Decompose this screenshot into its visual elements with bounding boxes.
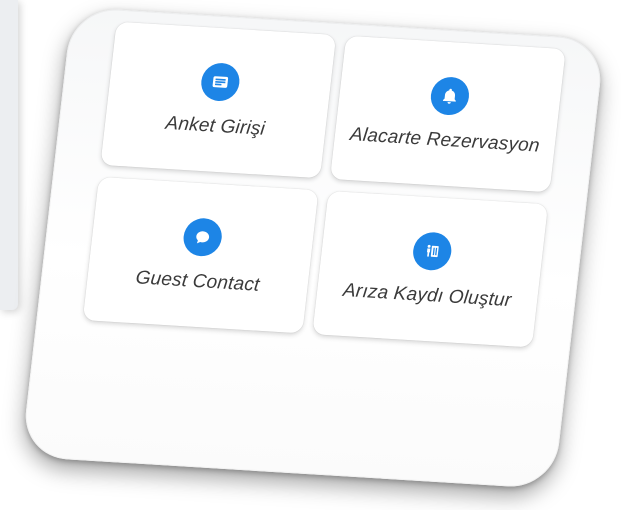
screenshot-stage: Anket Girişi Alacarte Rezervasyon Guest … — [0, 0, 621, 510]
survey-form-icon — [199, 61, 242, 102]
menu-tile-label: Guest Contact — [134, 266, 261, 296]
menu-tile-alacarte-rezervasyon[interactable]: Alacarte Rezervasyon — [329, 35, 566, 193]
menu-tile-label: Alacarte Rezervasyon — [348, 123, 541, 157]
menu-tile-anket-girisi[interactable]: Anket Girişi — [100, 21, 337, 179]
menu-grid: Anket Girişi Alacarte Rezervasyon Guest … — [82, 21, 566, 348]
menu-panel: Anket Girişi Alacarte Rezervasyon Guest … — [20, 6, 606, 490]
chat-bubble-icon — [181, 216, 224, 257]
menu-tile-label: Anket Girişi — [164, 112, 267, 140]
bell-icon — [428, 75, 472, 116]
menu-tile-guest-contact[interactable]: Guest Contact — [82, 176, 319, 334]
menu-tile-ariza-kaydi-olustur[interactable]: Arıza Kaydı Oluştur — [312, 190, 549, 348]
menu-tile-label: Arıza Kaydı Oluştur — [341, 279, 513, 311]
background-window-edge — [0, 0, 18, 310]
repair-worker-icon — [411, 230, 454, 271]
